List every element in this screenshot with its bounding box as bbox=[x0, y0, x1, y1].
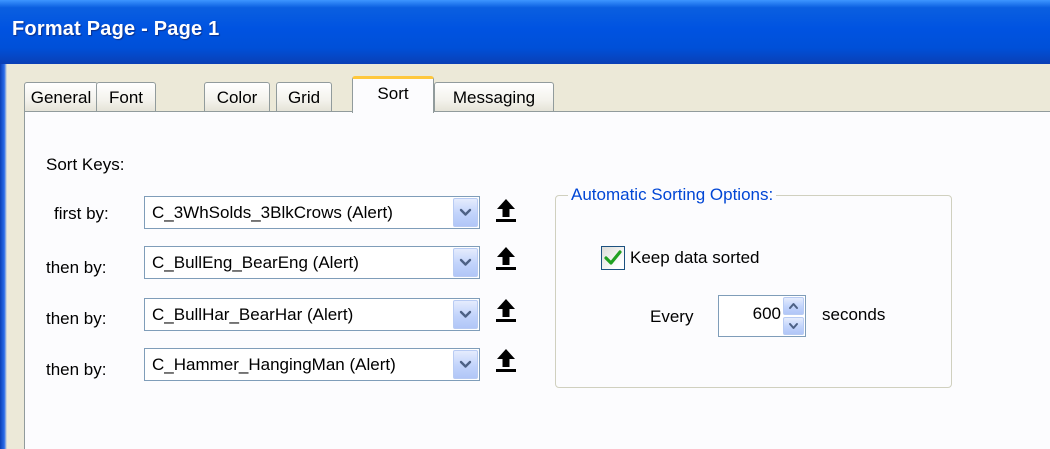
sort-key-4-combo[interactable]: C_Hammer_HangingMan (Alert) bbox=[144, 348, 480, 381]
sort-key-4-dropdown-button[interactable] bbox=[453, 350, 478, 379]
every-label: Every bbox=[650, 307, 694, 326]
arrow-up-icon bbox=[496, 247, 516, 270]
spin-down-icon bbox=[789, 323, 798, 329]
sort-key-1-dropdown-button[interactable] bbox=[453, 198, 478, 227]
sort-key-2-move-up-button[interactable] bbox=[492, 244, 520, 272]
spin-up-icon bbox=[789, 303, 798, 309]
check-mark-icon bbox=[604, 250, 622, 265]
sort-key-4-label: then by: bbox=[46, 360, 107, 379]
title-bar[interactable]: Format Page - Page 1 bbox=[0, 0, 1050, 64]
sort-interval-spinner[interactable]: 600 bbox=[718, 295, 806, 337]
chevron-down-icon bbox=[459, 208, 472, 216]
sort-key-1-value: C_3WhSolds_3BlkCrows (Alert) bbox=[152, 203, 393, 222]
chevron-down-icon bbox=[459, 258, 472, 266]
sort-key-3-value: C_BullHar_BearHar (Alert) bbox=[152, 305, 354, 324]
format-page-dialog: Format Page - Page 1 General Font Color … bbox=[0, 0, 1050, 449]
sort-interval-value[interactable]: 600 bbox=[719, 296, 781, 336]
arrow-up-icon bbox=[496, 299, 516, 322]
sort-key-4-value: C_Hammer_HangingMan (Alert) bbox=[152, 355, 396, 374]
arrow-up-icon bbox=[496, 199, 516, 222]
keep-data-sorted-label[interactable]: Keep data sorted bbox=[630, 248, 759, 268]
interval-increment-button[interactable] bbox=[783, 297, 804, 315]
sort-key-2-dropdown-button[interactable] bbox=[453, 248, 478, 277]
sort-key-3-dropdown-button[interactable] bbox=[453, 300, 478, 329]
window-title: Format Page - Page 1 bbox=[12, 18, 220, 40]
sort-key-3-label: then by: bbox=[46, 309, 107, 328]
tab-font[interactable]: Font bbox=[96, 82, 156, 112]
sort-key-2-combo[interactable]: C_BullEng_BearEng (Alert) bbox=[144, 246, 480, 279]
sort-key-3-move-up-button[interactable] bbox=[492, 296, 520, 324]
sort-key-1-label: first by: bbox=[54, 204, 109, 223]
automatic-sorting-groupbox bbox=[555, 195, 952, 388]
seconds-label: seconds bbox=[822, 305, 886, 324]
sort-key-1-move-up-button[interactable] bbox=[492, 196, 520, 224]
sort-key-4-move-up-button[interactable] bbox=[492, 346, 520, 374]
tab-color[interactable]: Color bbox=[204, 82, 270, 112]
keep-data-sorted-checkbox[interactable] bbox=[601, 246, 625, 270]
sort-key-1-combo[interactable]: C_3WhSolds_3BlkCrows (Alert) bbox=[144, 196, 480, 229]
tab-messaging[interactable]: Messaging bbox=[434, 82, 554, 112]
automatic-sorting-title: Automatic Sorting Options: bbox=[568, 185, 777, 205]
sort-keys-heading: Sort Keys: bbox=[46, 155, 125, 174]
window-left-border bbox=[0, 64, 7, 449]
sort-key-2-value: C_BullEng_BearEng (Alert) bbox=[152, 253, 359, 272]
arrow-up-icon bbox=[496, 349, 516, 372]
interval-decrement-button[interactable] bbox=[783, 317, 804, 335]
tab-sort[interactable]: Sort bbox=[352, 76, 434, 113]
chevron-down-icon bbox=[459, 360, 472, 368]
tab-grid[interactable]: Grid bbox=[276, 82, 332, 112]
tab-strip: General Font Color Grid Sort Messaging bbox=[24, 76, 1050, 113]
chevron-down-icon bbox=[459, 310, 472, 318]
tab-general[interactable]: General bbox=[24, 82, 98, 112]
sort-key-3-combo[interactable]: C_BullHar_BearHar (Alert) bbox=[144, 298, 480, 331]
sort-key-2-label: then by: bbox=[46, 258, 107, 277]
